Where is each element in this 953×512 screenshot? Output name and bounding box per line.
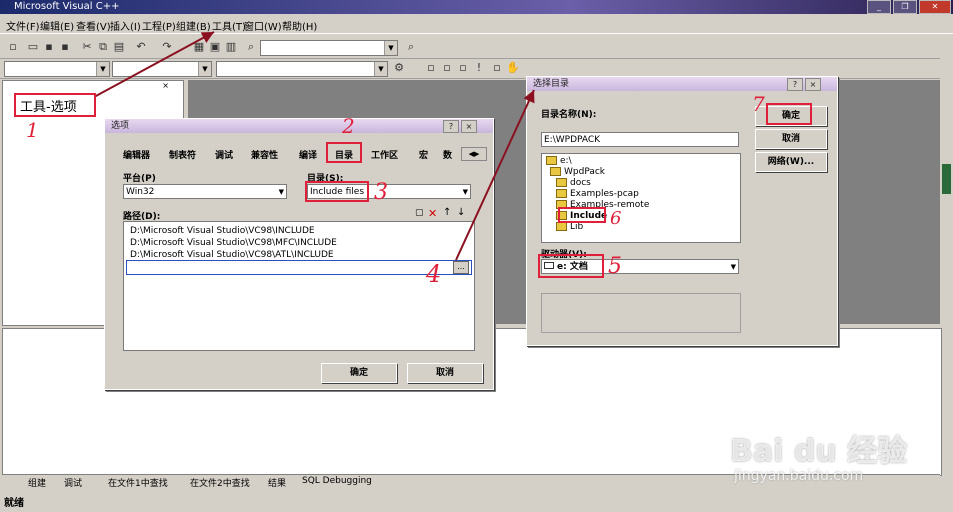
annotation-number-4: 4 xyxy=(426,260,442,288)
annotation-number-2: 2 xyxy=(342,114,355,138)
annotation-number-7: 7 xyxy=(752,92,765,116)
annotation-box-tools: 工具-选项 xyxy=(14,93,96,117)
annotation-number-6: 6 xyxy=(610,208,622,229)
annotation-box-include-files xyxy=(305,181,369,202)
arrow-to-tools-menu xyxy=(93,31,215,98)
annotation-box-ok xyxy=(766,103,812,125)
annotation-number-1: 1 xyxy=(26,118,39,142)
watermark-url: jingyan.baidu.com xyxy=(734,468,864,484)
annotation-box-directory-tab xyxy=(326,142,362,163)
annotation-label-tools: 工具-选项 xyxy=(20,100,77,115)
annotation-box-drive xyxy=(538,254,604,278)
annotation-number-5: 5 xyxy=(608,254,622,279)
watermark-logo: Bai du 经验 xyxy=(730,434,908,469)
arrow-to-choose-dialog xyxy=(455,89,535,261)
annotation-number-3: 3 xyxy=(374,180,388,205)
annotation-box-include-folder xyxy=(558,207,606,223)
